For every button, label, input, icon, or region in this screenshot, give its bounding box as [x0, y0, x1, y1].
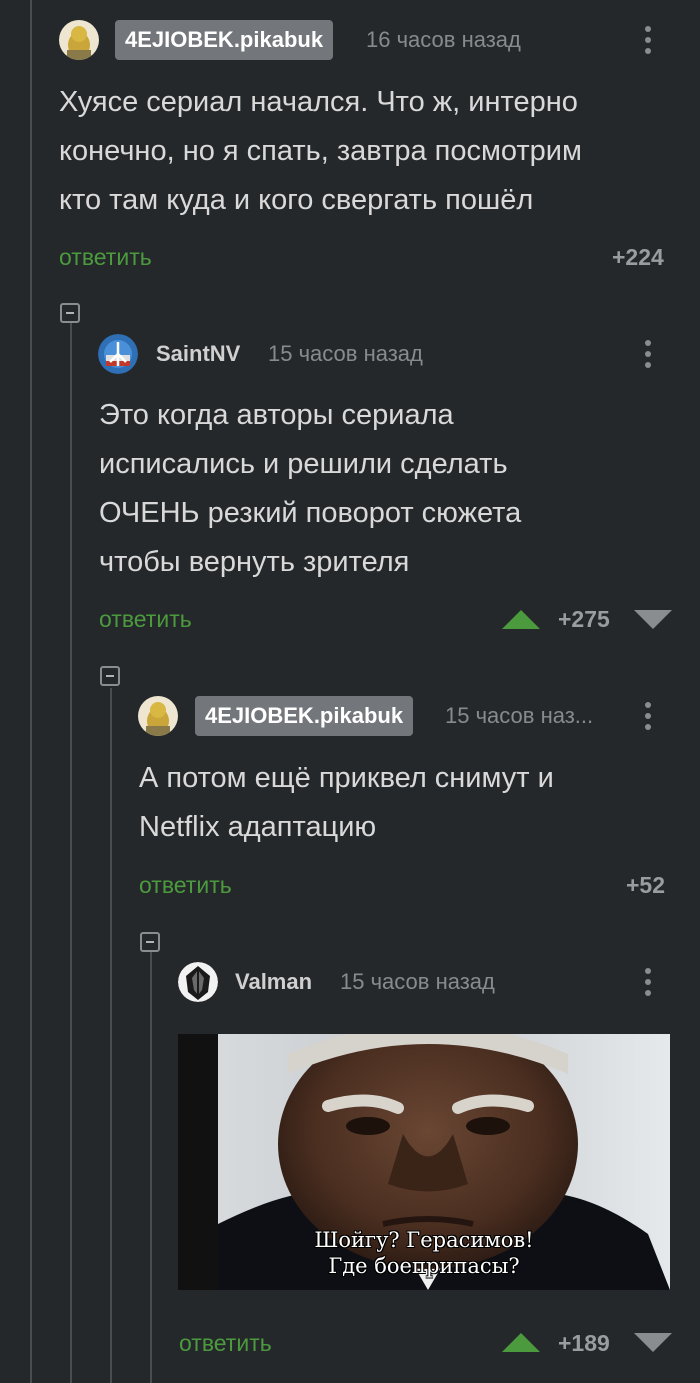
- downvote-arrow-icon[interactable]: [634, 610, 672, 629]
- rating: +52: [626, 872, 666, 898]
- rating: +224: [612, 244, 664, 270]
- timestamp: 15 часов назад: [340, 969, 495, 994]
- author-name[interactable]: 4EJIOBEK.pikabuk: [195, 696, 414, 736]
- kebab-menu-icon[interactable]: [636, 334, 660, 374]
- reply-button[interactable]: ответить: [59, 244, 152, 271]
- reply-button[interactable]: ответить: [139, 872, 232, 899]
- author-name[interactable]: SaintNV: [156, 334, 240, 374]
- kebab-menu-icon[interactable]: [636, 962, 660, 1002]
- avatar[interactable]: [59, 20, 99, 60]
- avatar[interactable]: [178, 962, 218, 1002]
- timestamp: 15 часов наз...: [445, 703, 594, 728]
- comment-text: Это когда авторы сериала исписались и ре…: [99, 399, 522, 578]
- collapse-icon[interactable]: [100, 666, 120, 686]
- reply-button[interactable]: ответить: [179, 1330, 272, 1357]
- thread-line: [70, 320, 72, 1383]
- avatar[interactable]: [138, 696, 178, 736]
- thread-line: [110, 688, 112, 1383]
- comment-text: Хуясе сериал начался. Что ж, интерно кон…: [59, 86, 582, 216]
- timestamp: 16 часов назад: [366, 27, 521, 52]
- author-name[interactable]: 4EJIOBEK.pikabuk: [115, 20, 334, 60]
- thread-line: [30, 0, 32, 1383]
- comment-text: А потом ещё приквел снимут и Netflix ада…: [139, 762, 554, 843]
- rating: +275: [558, 606, 610, 632]
- upvote-arrow-icon[interactable]: [502, 610, 540, 629]
- rating: +189: [558, 1330, 610, 1356]
- collapse-icon[interactable]: [140, 932, 160, 952]
- timestamp: 15 часов назад: [268, 341, 423, 366]
- author-name[interactable]: Valman: [235, 962, 312, 1002]
- upvote-arrow-icon[interactable]: [502, 1333, 540, 1352]
- reply-button[interactable]: ответить: [99, 606, 192, 633]
- meme-caption: Шойгу? Герасимов! Где боеприпасы?: [314, 1228, 534, 1278]
- collapse-icon[interactable]: [60, 303, 80, 323]
- meme-image[interactable]: Шойгу? Герасимов! Где боеприпасы?: [178, 1034, 670, 1290]
- thread-line: [150, 952, 152, 1383]
- kebab-menu-icon[interactable]: [636, 20, 660, 60]
- avatar[interactable]: [98, 334, 138, 374]
- kebab-menu-icon[interactable]: [636, 696, 660, 736]
- downvote-arrow-icon[interactable]: [634, 1333, 672, 1352]
